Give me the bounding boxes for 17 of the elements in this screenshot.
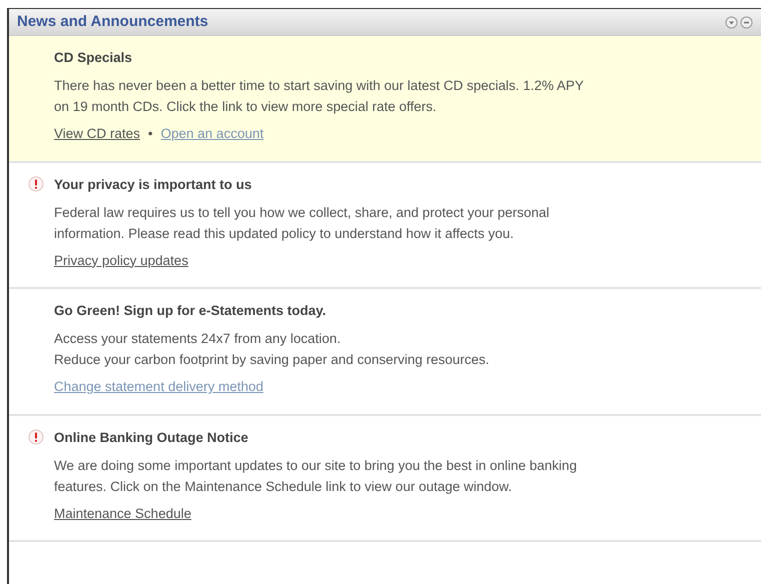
announcement-text: Federal law requires us to tell you how we collect, share, and protect your personal information. Please read this updated policy to understand how it affects you.: [54, 204, 550, 243]
link[interactable]: Maintenance Schedule: [54, 504, 192, 524]
link[interactable]: View CD rates: [54, 124, 140, 144]
minimize-icon[interactable]: [740, 16, 753, 28]
separator-dot: •: [148, 125, 153, 144]
announcement-text: There has never been a better time to start saving with our latest CD specials. 1.2% APY on 19 month CDs. Click the link to view more special rate offers.: [54, 77, 584, 116]
announcement-title: Online Banking Outage Notice: [54, 428, 250, 447]
link[interactable]: Privacy policy updates: [54, 250, 188, 271]
expand-icon[interactable]: [725, 16, 738, 28]
announcement-text: We are doing some important updates to our site to bring you the best in online banking features. Click on the Maintenance Schedule link to view our outage window.: [54, 456, 577, 496]
announcement-title: Go Green! Sign up for e-Statements today.: [54, 302, 328, 320]
announcement-title: Your privacy is important to us: [54, 176, 253, 194]
announcement-title: CD Specials: [54, 49, 134, 67]
alert-icon: [28, 428, 44, 444]
alert-icon: [28, 176, 44, 192]
panel-title: News and Announcements: [17, 12, 208, 32]
announcement-text: Access your statements 24x7 from any location. Reduce your carbon footprint by saving paper and conserving resources.: [54, 330, 490, 370]
